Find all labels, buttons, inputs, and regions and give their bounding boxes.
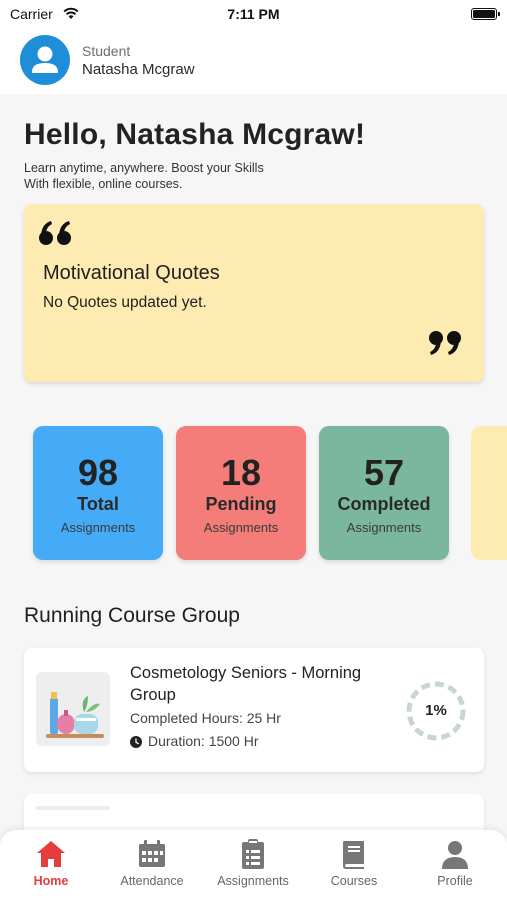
tagline: Learn anytime, anywhere. Boost your Skil… <box>24 160 264 192</box>
status-time: 7:11 PM <box>227 6 280 22</box>
stat-label: Total <box>77 494 119 514</box>
stat-sublabel: Assignments <box>60 520 136 535</box>
tagline-line-2: With flexible, online courses. <box>24 177 183 191</box>
stat-value: 18 <box>220 452 262 493</box>
avatar[interactable] <box>20 35 70 85</box>
nav-label-courses: Courses <box>330 874 378 888</box>
progress-percent: 1% <box>425 702 447 719</box>
clock-icon <box>130 736 142 748</box>
close-quote-icon <box>429 331 461 355</box>
quotes-text: No Quotes updated yet. <box>43 294 207 311</box>
stat-card-total[interactable]: 98 Total Assignments <box>33 426 163 560</box>
open-quote-icon <box>39 221 71 245</box>
motivational-quotes-card: Motivational Quotes No Quotes updated ye… <box>24 204 484 382</box>
nav-item-home[interactable]: Home <box>3 838 99 888</box>
stat-label: Completed <box>337 494 431 514</box>
clipboard-icon <box>242 839 264 869</box>
user-icon <box>442 841 468 869</box>
nav-label-profile: Profile <box>437 874 473 888</box>
nav-label-assignments: Assignments <box>217 874 289 888</box>
stat-sublabel: Assignments <box>203 520 279 535</box>
user-avatar-icon <box>32 46 58 73</box>
stat-card-pending[interactable]: 18 Pending Assignments <box>176 426 306 560</box>
page-title: Hello, Natasha Mcgraw! <box>24 118 366 151</box>
nav-item-courses[interactable]: Courses <box>306 838 402 888</box>
nav-item-profile[interactable]: Profile <box>407 838 503 888</box>
cosmetics-icon <box>46 692 104 738</box>
stat-value: 98 <box>77 452 119 493</box>
battery-icon <box>471 8 500 20</box>
app-header: Student Natasha Mcgraw <box>0 30 507 94</box>
section-title-running-course-group: Running Course Group <box>24 604 240 627</box>
book-icon <box>343 841 364 869</box>
stat-label: Pending <box>205 494 277 514</box>
stat-sublabel: Assignments <box>346 520 422 535</box>
quotes-title: Motivational Quotes <box>43 262 220 284</box>
nav-label-attendance: Attendance <box>120 874 184 888</box>
stat-value: 57 <box>363 452 405 493</box>
course-card-next-placeholder <box>36 806 110 810</box>
home-icon <box>37 841 65 867</box>
course-title: Cosmetology Seniors - Morning Group <box>130 664 362 704</box>
bottom-nav: Home Attendance Assignments Courses Prof… <box>0 830 507 900</box>
user-name: Natasha Mcgraw <box>82 61 195 78</box>
course-thumbnail <box>36 672 110 746</box>
user-role: Student <box>82 43 131 59</box>
nav-item-attendance[interactable]: Attendance <box>104 838 200 888</box>
course-duration-text: Duration: 1500 Hr <box>148 733 259 749</box>
status-bar: Carrier 7:11 PM <box>0 0 507 30</box>
tagline-line-1: Learn anytime, anywhere. Boost your Skil… <box>24 161 264 175</box>
course-completed-hours: Completed Hours: 25 Hr <box>130 710 281 726</box>
stat-card-next-peek[interactable] <box>471 426 507 560</box>
nav-label-home: Home <box>33 874 69 888</box>
stat-card-completed[interactable]: 57 Completed Assignments <box>319 426 449 560</box>
course-duration: Duration: 1500 Hr <box>130 733 259 749</box>
calendar-icon <box>139 840 165 867</box>
nav-item-assignments[interactable]: Assignments <box>205 838 301 888</box>
course-card[interactable]: Cosmetology Seniors - Morning Group Comp… <box>24 648 484 772</box>
